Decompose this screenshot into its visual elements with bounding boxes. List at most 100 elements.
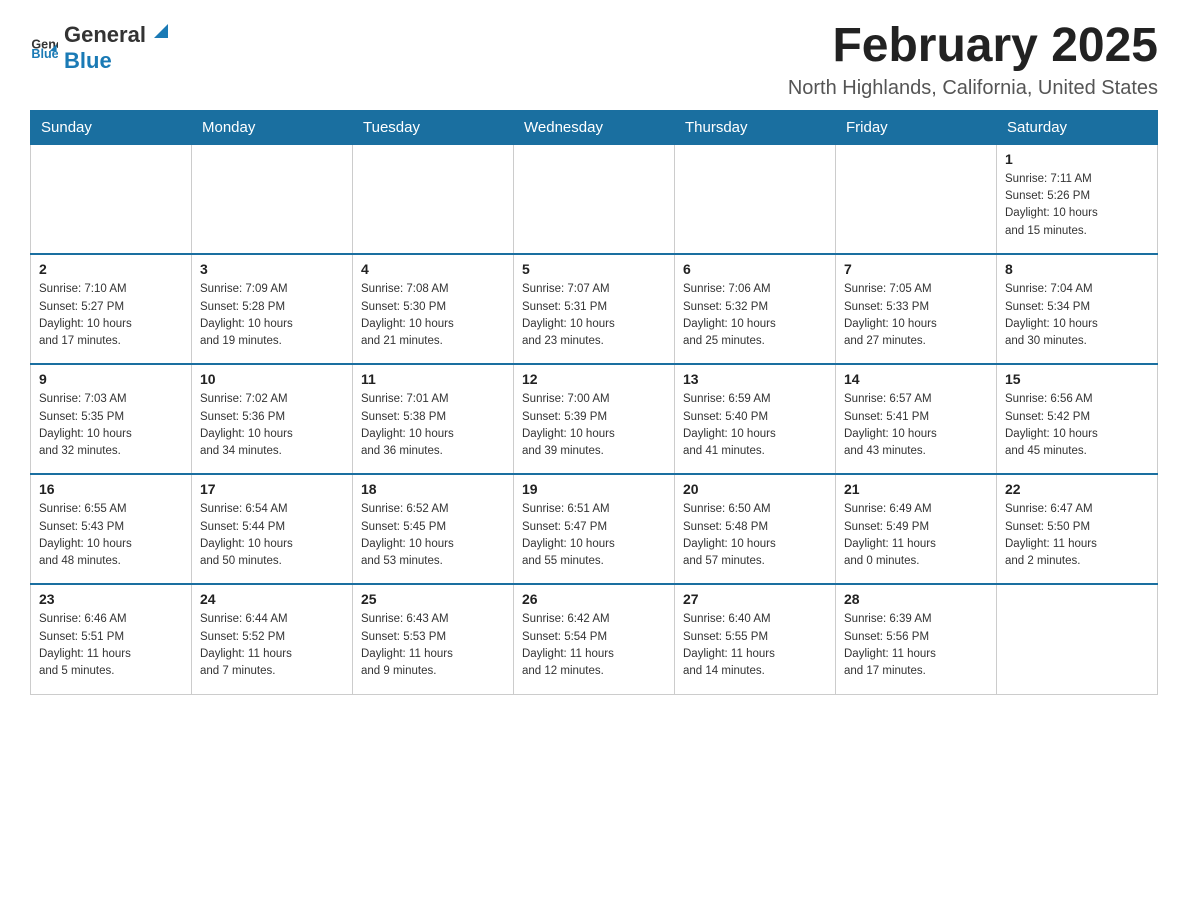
day-number: 13	[683, 371, 827, 387]
svg-text:Blue: Blue	[31, 47, 58, 61]
day-number: 25	[361, 591, 505, 607]
logo-icon: General Blue	[30, 33, 58, 61]
calendar-cell: 15 Sunrise: 6:56 AM Sunset: 5:42 PM Dayli…	[997, 364, 1158, 474]
day-number: 4	[361, 261, 505, 277]
day-number: 16	[39, 481, 183, 497]
calendar-cell: 17Sunrise: 6:54 AM Sunset: 5:44 PM Dayli…	[192, 474, 353, 584]
calendar-cell	[836, 144, 997, 254]
day-number: 27	[683, 591, 827, 607]
calendar-table: SundayMondayTuesdayWednesdayThursdayFrid…	[30, 110, 1158, 695]
calendar-cell	[514, 144, 675, 254]
calendar-cell: 20 Sunrise: 6:50 AM Sunset: 5:48 PM Dayli…	[675, 474, 836, 584]
day-info: Sunrise: 7:02 AM Sunset: 5:36 PM Dayligh…	[200, 391, 344, 460]
calendar-cell: 9Sunrise: 7:03 AM Sunset: 5:35 PM Daylig…	[31, 364, 192, 474]
day-info: Sunrise: 6:43 AM Sunset: 5:53 PM Dayligh…	[361, 611, 505, 680]
calendar-cell: 23 Sunrise: 6:46 AM Sunset: 5:51 PM Dayli…	[31, 584, 192, 694]
calendar-subtitle: North Highlands, California, United Stat…	[788, 77, 1158, 100]
day-info: Sunrise: 6:52 AM Sunset: 5:45 PM Dayligh…	[361, 501, 505, 570]
day-info: Sunrise: 7:11 AM Sunset: 5:26 PM Dayligh…	[1005, 171, 1149, 240]
calendar-cell: 5 Sunrise: 7:07 AM Sunset: 5:31 PM Daylig…	[514, 254, 675, 364]
day-number: 2	[39, 261, 183, 277]
week-row-1: 1 Sunrise: 7:11 AM Sunset: 5:26 PM Daylig…	[31, 144, 1158, 254]
logo-text-general: General	[64, 22, 146, 48]
calendar-cell: 24 Sunrise: 6:44 AM Sunset: 5:52 PM Dayli…	[192, 584, 353, 694]
calendar-cell: 26Sunrise: 6:42 AM Sunset: 5:54 PM Dayli…	[514, 584, 675, 694]
day-info: Sunrise: 6:51 AM Sunset: 5:47 PM Dayligh…	[522, 501, 666, 570]
calendar-header-row: SundayMondayTuesdayWednesdayThursdayFrid…	[31, 110, 1158, 144]
day-info: Sunrise: 7:09 AM Sunset: 5:28 PM Dayligh…	[200, 281, 344, 350]
day-info: Sunrise: 6:40 AM Sunset: 5:55 PM Dayligh…	[683, 611, 827, 680]
day-number: 7	[844, 261, 988, 277]
day-number: 28	[844, 591, 988, 607]
day-number: 17	[200, 481, 344, 497]
calendar-cell	[192, 144, 353, 254]
calendar-cell: 12 Sunrise: 7:00 AM Sunset: 5:39 PM Dayli…	[514, 364, 675, 474]
calendar-cell: 8Sunrise: 7:04 AM Sunset: 5:34 PM Daylig…	[997, 254, 1158, 364]
day-number: 3	[200, 261, 344, 277]
day-number: 8	[1005, 261, 1149, 277]
calendar-cell: 6Sunrise: 7:06 AM Sunset: 5:32 PM Daylig…	[675, 254, 836, 364]
calendar-cell: 10 Sunrise: 7:02 AM Sunset: 5:36 PM Dayli…	[192, 364, 353, 474]
calendar-cell	[353, 144, 514, 254]
day-number: 23	[39, 591, 183, 607]
week-row-5: 23 Sunrise: 6:46 AM Sunset: 5:51 PM Dayli…	[31, 584, 1158, 694]
day-info: Sunrise: 7:00 AM Sunset: 5:39 PM Dayligh…	[522, 391, 666, 460]
header-tuesday: Tuesday	[353, 110, 514, 144]
day-info: Sunrise: 6:50 AM Sunset: 5:48 PM Dayligh…	[683, 501, 827, 570]
calendar-cell: 16Sunrise: 6:55 AM Sunset: 5:43 PM Dayli…	[31, 474, 192, 584]
day-info: Sunrise: 6:42 AM Sunset: 5:54 PM Dayligh…	[522, 611, 666, 680]
day-number: 15	[1005, 371, 1149, 387]
day-number: 19	[522, 481, 666, 497]
day-info: Sunrise: 7:07 AM Sunset: 5:31 PM Dayligh…	[522, 281, 666, 350]
calendar-cell: 3 Sunrise: 7:09 AM Sunset: 5:28 PM Daylig…	[192, 254, 353, 364]
calendar-cell: 1 Sunrise: 7:11 AM Sunset: 5:26 PM Daylig…	[997, 144, 1158, 254]
calendar-cell: 2Sunrise: 7:10 AM Sunset: 5:27 PM Daylig…	[31, 254, 192, 364]
day-number: 6	[683, 261, 827, 277]
day-info: Sunrise: 6:46 AM Sunset: 5:51 PM Dayligh…	[39, 611, 183, 680]
header-sunday: Sunday	[31, 110, 192, 144]
header-saturday: Saturday	[997, 110, 1158, 144]
day-number: 1	[1005, 151, 1149, 167]
day-number: 20	[683, 481, 827, 497]
day-number: 22	[1005, 481, 1149, 497]
calendar-cell: 13 Sunrise: 6:59 AM Sunset: 5:40 PM Dayli…	[675, 364, 836, 474]
day-info: Sunrise: 6:59 AM Sunset: 5:40 PM Dayligh…	[683, 391, 827, 460]
day-number: 11	[361, 371, 505, 387]
day-info: Sunrise: 6:57 AM Sunset: 5:41 PM Dayligh…	[844, 391, 988, 460]
logo: General Blue General Blue	[30, 20, 172, 74]
day-info: Sunrise: 6:47 AM Sunset: 5:50 PM Dayligh…	[1005, 501, 1149, 570]
header-friday: Friday	[836, 110, 997, 144]
logo-arrow-icon	[148, 20, 170, 42]
calendar-cell: 19 Sunrise: 6:51 AM Sunset: 5:47 PM Dayli…	[514, 474, 675, 584]
day-info: Sunrise: 6:39 AM Sunset: 5:56 PM Dayligh…	[844, 611, 988, 680]
calendar-cell: 25 Sunrise: 6:43 AM Sunset: 5:53 PM Dayli…	[353, 584, 514, 694]
calendar-title: February 2025	[788, 20, 1158, 73]
day-number: 5	[522, 261, 666, 277]
calendar-cell: 27 Sunrise: 6:40 AM Sunset: 5:55 PM Dayli…	[675, 584, 836, 694]
day-info: Sunrise: 6:56 AM Sunset: 5:42 PM Dayligh…	[1005, 391, 1149, 460]
header-thursday: Thursday	[675, 110, 836, 144]
title-block: February 2025 North Highlands, Californi…	[788, 20, 1158, 100]
day-info: Sunrise: 6:49 AM Sunset: 5:49 PM Dayligh…	[844, 501, 988, 570]
calendar-cell: 11 Sunrise: 7:01 AM Sunset: 5:38 PM Dayli…	[353, 364, 514, 474]
week-row-2: 2Sunrise: 7:10 AM Sunset: 5:27 PM Daylig…	[31, 254, 1158, 364]
calendar-cell	[675, 144, 836, 254]
calendar-cell: 28 Sunrise: 6:39 AM Sunset: 5:56 PM Dayli…	[836, 584, 997, 694]
day-number: 14	[844, 371, 988, 387]
page-header: General Blue General Blue February 2025 …	[30, 20, 1158, 100]
day-info: Sunrise: 7:05 AM Sunset: 5:33 PM Dayligh…	[844, 281, 988, 350]
calendar-cell	[997, 584, 1158, 694]
header-monday: Monday	[192, 110, 353, 144]
week-row-3: 9Sunrise: 7:03 AM Sunset: 5:35 PM Daylig…	[31, 364, 1158, 474]
logo-text-blue: Blue	[64, 48, 112, 73]
day-number: 12	[522, 371, 666, 387]
day-info: Sunrise: 6:44 AM Sunset: 5:52 PM Dayligh…	[200, 611, 344, 680]
calendar-cell: 18Sunrise: 6:52 AM Sunset: 5:45 PM Dayli…	[353, 474, 514, 584]
calendar-cell: 4Sunrise: 7:08 AM Sunset: 5:30 PM Daylig…	[353, 254, 514, 364]
day-number: 10	[200, 371, 344, 387]
week-row-4: 16Sunrise: 6:55 AM Sunset: 5:43 PM Dayli…	[31, 474, 1158, 584]
day-number: 24	[200, 591, 344, 607]
calendar-cell: 22 Sunrise: 6:47 AM Sunset: 5:50 PM Dayli…	[997, 474, 1158, 584]
calendar-cell: 21Sunrise: 6:49 AM Sunset: 5:49 PM Dayli…	[836, 474, 997, 584]
day-info: Sunrise: 7:01 AM Sunset: 5:38 PM Dayligh…	[361, 391, 505, 460]
